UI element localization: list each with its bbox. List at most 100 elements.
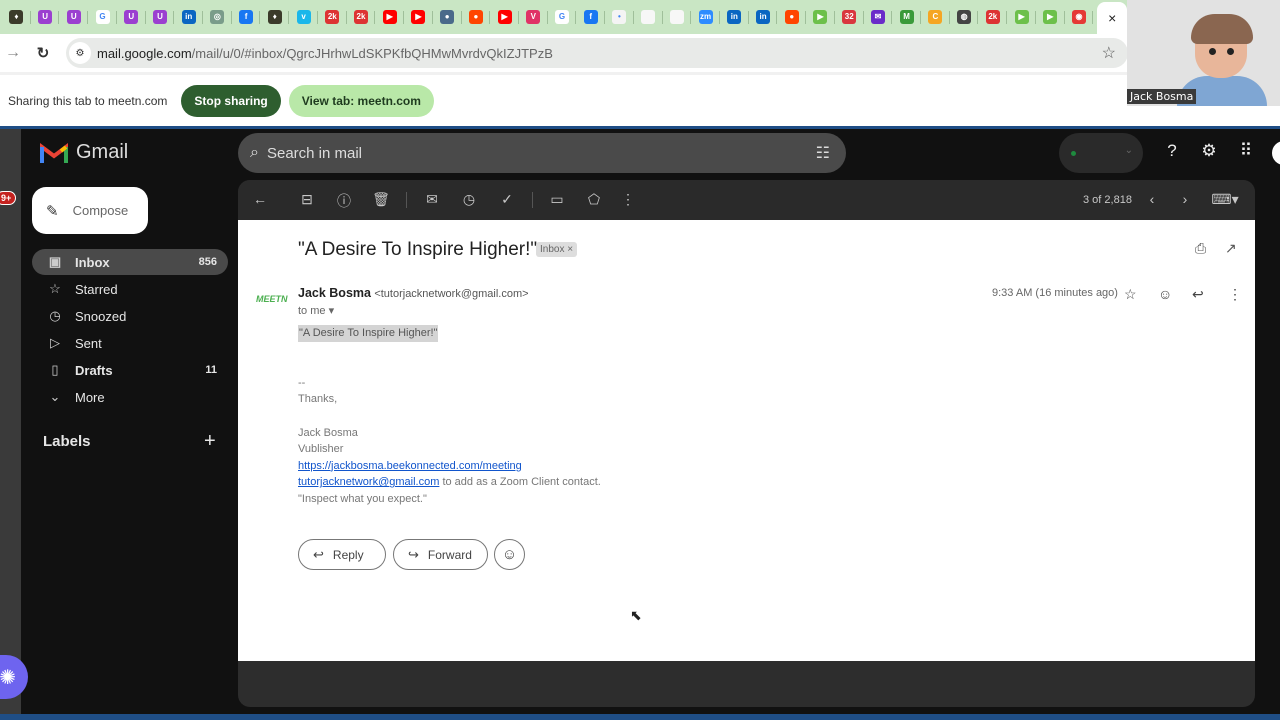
- browser-tab[interactable]: ◉: [1065, 0, 1094, 34]
- recipient-text: to me: [298, 305, 326, 317]
- print-icon[interactable]: ⎙: [1195, 240, 1206, 257]
- reload-icon[interactable]: ↻: [26, 44, 60, 62]
- browser-tab[interactable]: G: [548, 0, 577, 34]
- recipient-details[interactable]: to me ▾: [298, 304, 334, 317]
- reply-icon[interactable]: ↩: [1192, 286, 1204, 303]
- gmail-logo[interactable]: Gmail: [40, 141, 128, 164]
- nav-item-more[interactable]: ⌄ More: [32, 384, 228, 410]
- browser-tab[interactable]: v: [289, 0, 318, 34]
- browser-tab[interactable]: •: [605, 0, 634, 34]
- browser-tab[interactable]: C: [921, 0, 950, 34]
- browser-tab[interactable]: ♦: [2, 0, 31, 34]
- star-icon[interactable]: ☆: [1124, 286, 1137, 303]
- label-tag-icon[interactable]: ⬠: [584, 191, 604, 208]
- add-task-icon[interactable]: ✓: [497, 191, 517, 208]
- back-arrow-icon[interactable]: ←: [250, 191, 270, 207]
- search-icon[interactable]: ⌕: [250, 144, 259, 162]
- caret-down-icon[interactable]: ▾: [329, 305, 335, 317]
- browser-tab[interactable]: f: [576, 0, 605, 34]
- bookmark-star-icon[interactable]: ☆: [1102, 43, 1116, 63]
- browser-tab[interactable]: 2k: [318, 0, 347, 34]
- account-avatar[interactable]: [1272, 141, 1280, 165]
- older-chevron-icon[interactable]: ›: [1175, 191, 1195, 207]
- browser-tab[interactable]: [663, 0, 692, 34]
- inbox-label-chip[interactable]: Inbox ×: [536, 242, 578, 257]
- view-tab-button[interactable]: View tab: meetn.com: [288, 85, 434, 117]
- mark-unread-icon[interactable]: ✉: [422, 191, 442, 208]
- settings-gear-icon[interactable]: ⚙: [1197, 141, 1221, 161]
- browser-tab[interactable]: in: [749, 0, 778, 34]
- browser-tab[interactable]: ▶: [404, 0, 433, 34]
- browser-tab[interactable]: M: [892, 0, 921, 34]
- remove-label-icon[interactable]: ×: [567, 244, 573, 255]
- browser-tab[interactable]: in: [720, 0, 749, 34]
- meetn-widget-button[interactable]: ✺: [0, 655, 28, 699]
- browser-tab[interactable]: ✉: [864, 0, 893, 34]
- screen-share-bar: Sharing this tab to meetn.com Stop shari…: [0, 72, 1127, 127]
- site-settings-icon[interactable]: ⚙: [69, 42, 91, 64]
- help-icon[interactable]: ?: [1160, 141, 1184, 161]
- nav-item-starred[interactable]: ☆ Starred: [32, 276, 228, 302]
- apps-grid-icon[interactable]: ⠿: [1234, 141, 1258, 161]
- browser-tab[interactable]: ▶: [490, 0, 519, 34]
- more-vertical-icon[interactable]: ⋮: [1228, 286, 1242, 303]
- browser-tab[interactable]: ●: [433, 0, 462, 34]
- browser-tab[interactable]: ●: [777, 0, 806, 34]
- nav-item-drafts[interactable]: ▯ Drafts 11: [32, 357, 228, 383]
- reply-button[interactable]: ↩ Reply: [298, 539, 386, 570]
- browser-tab[interactable]: ♦: [260, 0, 289, 34]
- browser-tab[interactable]: 2k: [347, 0, 376, 34]
- browser-tab[interactable]: in: [174, 0, 203, 34]
- keyboard-input-icon[interactable]: ⌨▾: [1210, 191, 1240, 208]
- address-bar[interactable]: ⚙ mail.google.com/mail/u/0/#inbox/QgrcJH…: [66, 38, 1128, 68]
- browser-tab[interactable]: ▶: [1036, 0, 1065, 34]
- browser-tab[interactable]: ▶: [375, 0, 404, 34]
- browser-tab[interactable]: U: [146, 0, 175, 34]
- browser-tab[interactable]: zm: [691, 0, 720, 34]
- compose-button[interactable]: ✎ Compose: [32, 187, 148, 234]
- browser-tab[interactable]: V: [519, 0, 548, 34]
- stop-sharing-button[interactable]: Stop sharing: [181, 85, 281, 117]
- move-to-folder-icon[interactable]: ▭: [547, 191, 567, 208]
- browser-tab[interactable]: U: [117, 0, 146, 34]
- browser-tab[interactable]: 32: [835, 0, 864, 34]
- browser-tab[interactable]: ◍: [950, 0, 979, 34]
- more-vertical-icon[interactable]: ⋮: [618, 191, 638, 208]
- nav-count: 11: [205, 364, 217, 376]
- forward-arrow-icon[interactable]: →: [0, 44, 26, 62]
- delete-trash-icon[interactable]: 🗑: [371, 191, 391, 208]
- browser-tab[interactable]: f: [232, 0, 261, 34]
- sender-name[interactable]: Jack Bosma: [298, 286, 371, 300]
- nav-item-sent[interactable]: ▷ Sent: [32, 330, 228, 356]
- report-spam-icon[interactable]: ⓘ: [334, 191, 354, 211]
- browser-tab[interactable]: ◎: [203, 0, 232, 34]
- browser-tab[interactable]: 2k: [978, 0, 1007, 34]
- active-tab[interactable]: ×: [1097, 2, 1128, 34]
- nav-item-inbox[interactable]: ▣ Inbox 856: [32, 249, 228, 275]
- message-toolbar: ← ⊟ ⓘ 🗑 ✉ ◷ ✓ ▭ ⬠ ⋮ 3 of 2,818 ‹ › ⌨▾: [238, 180, 1255, 220]
- close-tab-icon[interactable]: ×: [1108, 10, 1116, 26]
- browser-tab[interactable]: G: [88, 0, 117, 34]
- emoji-react-button[interactable]: ☺: [494, 539, 525, 570]
- signature-meeting-link[interactable]: https://jackbosma.beekonnected.com/meeti…: [298, 460, 522, 472]
- newer-chevron-icon[interactable]: ‹: [1142, 191, 1162, 207]
- mail-purple-icon: ✉: [870, 10, 885, 24]
- emoji-react-icon[interactable]: ☺: [1158, 286, 1172, 302]
- search-options-icon[interactable]: ☷: [816, 143, 830, 163]
- snooze-clock-icon[interactable]: ◷: [459, 191, 479, 208]
- signature-email-link[interactable]: tutorjacknetwork@gmail.com: [298, 476, 439, 488]
- browser-tab[interactable]: ●: [462, 0, 491, 34]
- archive-icon[interactable]: ⊟: [297, 191, 317, 208]
- browser-tab[interactable]: ▶: [806, 0, 835, 34]
- search-bar[interactable]: ⌕ Search in mail ☷: [238, 133, 846, 173]
- add-label-icon[interactable]: +: [204, 430, 216, 453]
- browser-tab[interactable]: U: [59, 0, 88, 34]
- browser-tab[interactable]: U: [31, 0, 60, 34]
- open-new-window-icon[interactable]: ↗: [1225, 240, 1237, 257]
- browser-tab[interactable]: ▶: [1007, 0, 1036, 34]
- nav-item-snoozed[interactable]: ◷ Snoozed: [32, 303, 228, 329]
- forward-button[interactable]: ↪ Forward: [393, 539, 488, 570]
- status-selector[interactable]: ⌄: [1059, 133, 1143, 173]
- browser-tab[interactable]: [634, 0, 663, 34]
- search-input[interactable]: Search in mail: [267, 145, 362, 162]
